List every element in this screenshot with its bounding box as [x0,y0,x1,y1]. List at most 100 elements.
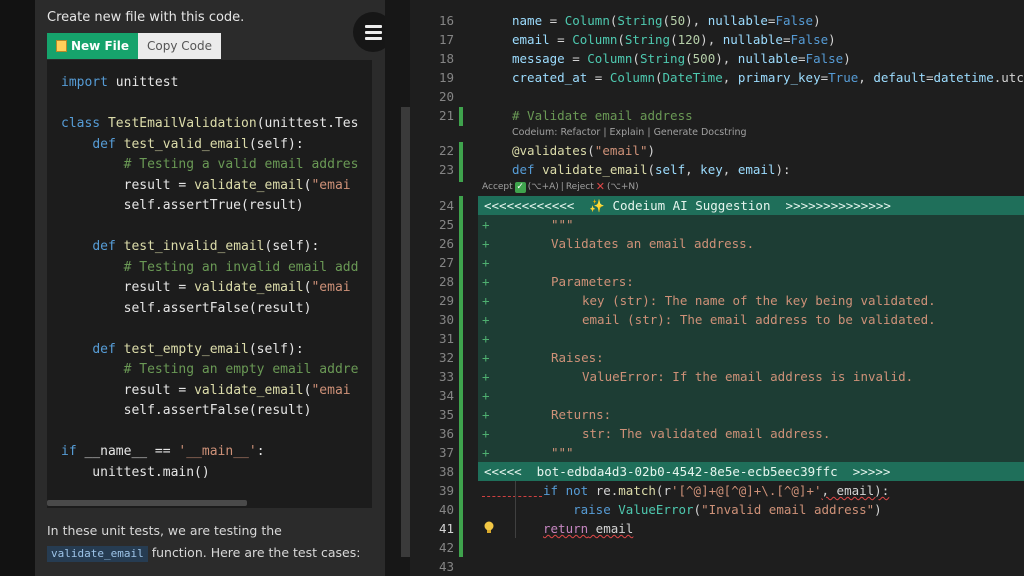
line-number: 43 [438,559,454,574]
editor-line[interactable]: 20 [410,87,1024,106]
editor-line[interactable]: 31 + [410,329,1024,348]
line-number: 23 [438,162,454,177]
code-token: True [828,70,859,85]
editor-code: if not re.match(r'[^@]+@[^@]+\.[^@]+', e… [543,481,889,500]
editor-line[interactable]: 35 + Returns: [410,405,1024,424]
code-token: # Testing an invalid email add [123,259,359,275]
code-token: import [61,75,108,90]
new-file-label: New File [71,39,130,53]
code-token: def [92,239,116,254]
editor-line[interactable]: 23 def validate_email(self, key, email): [410,160,1024,179]
editor-line[interactable]: 32 + Raises: [410,348,1024,367]
editor-line[interactable]: 22 @validates("email") [410,141,1024,160]
lightbulb-icon[interactable] [483,521,495,535]
editor-line[interactable]: 21 # Validate email address [410,106,1024,125]
accept-label[interactable]: Accept [482,180,513,194]
reject-shortcut: (⌥+N) [606,182,639,192]
line-number: 40 [438,502,454,517]
new-file-button[interactable]: New File [47,33,139,59]
code-token: , email): [821,483,890,498]
docstring-text: Parameters: [551,274,634,289]
editor-line[interactable]: 36 + str: The validated email address. [410,424,1024,443]
indent-guide [515,481,516,538]
vertical-scrollbar[interactable] [401,107,410,557]
editor-line[interactable]: 18 message = Column(String(500), nullable… [410,49,1024,68]
editor-line[interactable]: 30 + email (str): The email address to be … [410,310,1024,329]
editor-line[interactable]: 38 <<<<< bot-edbda4d3-02b0-4542-8e5e-ecb5… [410,462,1024,481]
editor-line[interactable]: 41 return email [410,519,1024,538]
added-line-marker: + [482,407,490,422]
editor-line[interactable]: 25 + """ [410,215,1024,234]
editor-line[interactable]: 17 email = Column(String(120), nullable=F… [410,30,1024,49]
editor-line[interactable]: 16 name = Column(String(50), nullable=Fal… [410,11,1024,30]
docstring-text: """ [551,217,574,232]
code-token: ( [693,502,702,517]
code-token: # Testing an empty email addre [123,362,359,377]
code-token: email [588,521,634,536]
code-token: result = [61,177,195,193]
code-token: String [639,51,686,66]
code-editor[interactable]: 16 name = Column(String(50), nullable=Fal… [410,0,1024,576]
code-token: ), [715,51,738,66]
docstring-text: Raises: [551,350,604,365]
code-token: ) [828,32,836,47]
code-token: False [790,32,829,47]
docstring-text: """ [551,445,574,460]
code-token: validate_email [194,382,304,398]
code-token: test_empty_email [123,341,249,357]
code-token: datetime [933,70,994,85]
editor-line[interactable]: 42 [410,538,1024,557]
code-line: class TestEmailValidation(unittest.Tes [61,115,358,132]
editor-line[interactable]: 37 + """ [410,443,1024,462]
code-token: ) [647,143,656,158]
code-token: "Invalid email address" [701,502,875,517]
editor-line[interactable]: 29 + key (str): The name of the key being … [410,291,1024,310]
code-token: ( [617,32,625,47]
reject-x-icon[interactable]: ✕ [596,180,605,194]
added-line-marker: + [482,217,490,232]
code-token: ( [662,13,671,28]
editor-code: email = Column(String(120), nullable=Fal… [512,30,836,49]
codeium-code-lens[interactable]: Codeium: Refactor | Explain | Generate D… [512,126,747,140]
code-token: self.assertFalse(result) [61,403,312,418]
code-block[interactable]: import unittest class TestEmailValidation… [47,60,372,508]
editor-line[interactable]: 43 [410,557,1024,576]
code-token: nullable [737,51,799,66]
editor-line[interactable]: 33 + ValueError: If the email address is i… [410,367,1024,386]
code-token: "emai [311,280,351,295]
accept-shortcut: (⌥+A) [527,182,559,192]
ai-suggestion-title: <<<<<<<<<<<< ✨ Codeium AI Suggestion >>>… [484,198,891,213]
code-token: ) [813,13,821,28]
code-token: "email" [594,143,648,158]
reject-label[interactable]: Reject [566,180,594,194]
editor-line[interactable]: 24 <<<<<<<<<<<< ✨ Codeium AI Suggestion >… [410,196,1024,215]
added-line-marker: + [482,274,490,289]
editor-line[interactable]: 28 + Parameters: [410,272,1024,291]
editor-line[interactable]: 27 + [410,253,1024,272]
code-token: ( [587,143,595,158]
editor-line[interactable]: 34 + [410,386,1024,405]
editor-line[interactable]: 39 if not re.match(r'[^@]+@[^@]+\.[^@]+',… [410,481,1024,500]
code-horizontal-scrollbar[interactable] [47,500,247,506]
editor-code: created_at = Column(DateTime, primary_ke… [512,68,1024,87]
line-number: 18 [438,51,454,66]
editor-line[interactable]: 40 raise ValueError("Invalid email addre… [410,500,1024,519]
check-icon[interactable]: ✓ [514,181,526,193]
editor-line[interactable]: 26 + Validates an email address. [410,234,1024,253]
code-token: self [655,162,686,177]
code-token: created_at [512,70,588,85]
editor-line[interactable]: 19 created_at = Column(DateTime, primary_… [410,68,1024,87]
line-number: 22 [438,143,454,158]
code-token: Column [609,70,655,85]
code-token: validate_email [194,280,304,295]
copy-code-button[interactable]: Copy Code [138,33,221,59]
code-token: ( [670,32,678,47]
code-token: result = [61,382,195,398]
code-line: result = validate_email("emai [61,177,351,194]
code-token: class [61,116,101,131]
